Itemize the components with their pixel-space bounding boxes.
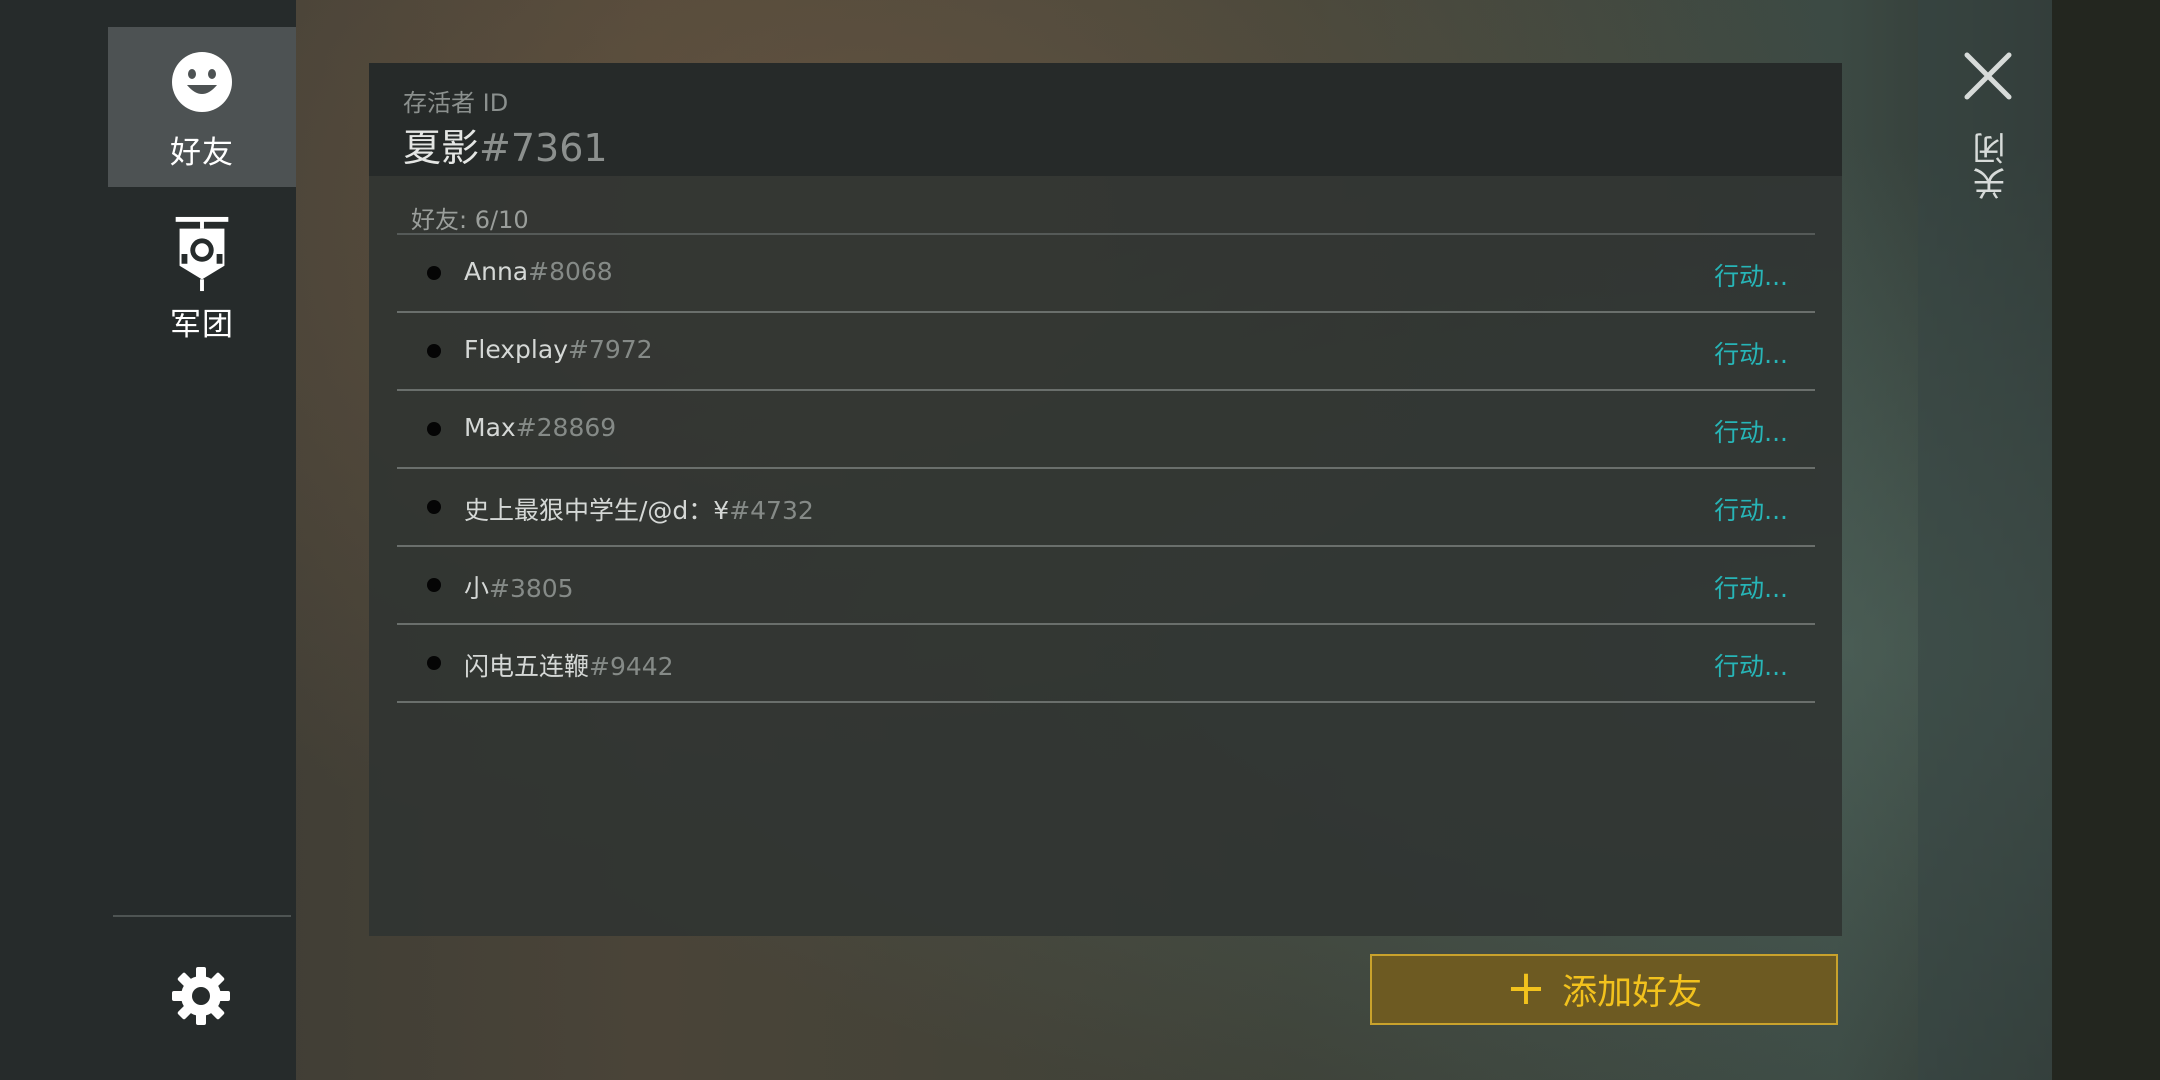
panel-header: 存活者 ID 夏影#7361 [369,63,1842,176]
actions-link[interactable]: 行动... [1714,491,1788,527]
friends-panel: 存活者 ID 夏影#7361 好友: 6/10 Anna#8068 行动... … [369,63,1842,936]
friend-nickname: Flexplay [464,335,568,364]
status-dot [427,656,441,670]
add-friend-label: 添加好友 [1562,973,1703,1013]
sidebar-item-friends[interactable]: 好友 [108,27,296,187]
close-icon[interactable] [1962,50,2014,102]
friend-name: 小#3805 [464,569,574,605]
actions-link[interactable]: 行动... [1714,335,1788,371]
sidebar-item-label: 军团 [170,306,234,343]
status-dot [427,500,441,514]
friend-row[interactable]: 闪电五连鞭#9442 行动... [397,625,1815,703]
friend-tag: #9442 [589,652,674,681]
friend-row[interactable]: 史上最狠中学生/@d：¥#4732 行动... [397,469,1815,547]
status-dot [427,578,441,592]
friend-name: 闪电五连鞭#9442 [464,647,674,683]
actions-link[interactable]: 行动... [1714,257,1788,293]
status-dot [427,422,441,436]
friend-nickname: 史上最狠中学生/@d：¥ [464,496,730,525]
friend-nickname: Max [464,413,516,442]
friend-nickname: Anna [464,257,529,286]
friend-name: 史上最狠中学生/@d：¥#4732 [464,491,814,527]
friend-row[interactable]: Max#28869 行动... [397,391,1815,469]
friend-tag: #8068 [528,257,613,286]
banner-icon [175,216,229,291]
sidebar-item-legion[interactable]: 军团 [108,204,296,354]
friend-row[interactable]: Flexplay#7972 行动... [397,313,1815,391]
sidebar-item-label: 好友 [170,134,234,171]
friend-nickname: 闪电五连鞭 [464,652,590,681]
status-dot [427,266,441,280]
friend-name: Flexplay#7972 [464,335,653,364]
sidebar-divider [113,915,291,917]
friend-tag: #3805 [489,574,574,603]
survivor-id-label: 存活者 ID [403,89,509,117]
friend-tag: #28869 [515,413,617,442]
survivor-tag: #7361 [479,126,608,170]
survivor-id: 夏影#7361 [403,117,608,172]
friend-row[interactable]: 小#3805 行动... [397,547,1815,625]
friend-tag: #4732 [729,496,814,525]
actions-link[interactable]: 行动... [1714,647,1788,683]
friend-row[interactable]: Anna#8068 行动... [397,235,1815,313]
close-label[interactable]: 关闭 [1968,130,2011,200]
actions-link[interactable]: 行动... [1714,413,1788,449]
status-dot [427,344,441,358]
friends-count: 好友: 6/10 [411,206,529,234]
smiley-icon [172,51,232,112]
friend-tag: #7972 [568,335,653,364]
actions-link[interactable]: 行动... [1714,569,1788,605]
gear-icon[interactable] [170,965,232,1027]
edge-background [2052,0,2160,1080]
friend-name: Max#28869 [464,413,616,442]
add-friend-button[interactable]: + 添加好友 [1370,954,1838,1025]
friend-nickname: 小 [464,574,490,603]
plus-icon: + [1505,959,1547,1016]
survivor-name: 夏影 [403,126,480,170]
friend-name: Anna#8068 [464,257,613,286]
